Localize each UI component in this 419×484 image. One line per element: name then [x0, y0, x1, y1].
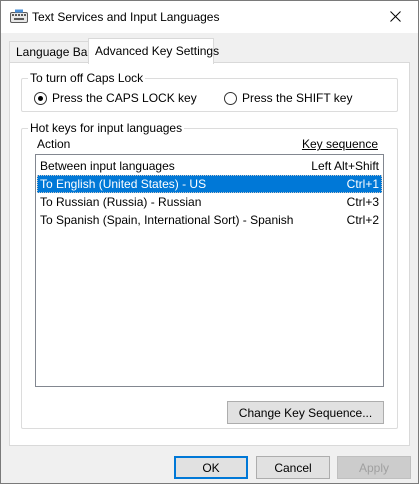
list-item-action: To Russian (Russia) - Russian	[40, 195, 202, 209]
close-icon	[389, 11, 401, 22]
radio-shift-button[interactable]	[224, 91, 237, 105]
list-item[interactable]: Between input languages Left Alt+Shift	[37, 157, 382, 175]
change-key-sequence-button[interactable]: Change Key Sequence...	[227, 401, 384, 424]
column-header-key-sequence-label: Key sequence	[301, 137, 378, 151]
radio-caps-lock-button[interactable]	[34, 91, 47, 105]
column-header-key-sequence: Key sequence	[302, 137, 378, 151]
apply-button[interactable]: Apply	[337, 456, 411, 479]
radio-caps-lock[interactable]: Press the CAPS LOCK key	[34, 91, 197, 105]
tab-advanced-key-settings[interactable]: Advanced Key Settings	[88, 38, 219, 64]
close-button[interactable]	[372, 1, 418, 32]
list-item[interactable]: To English (United States) - US Ctrl+1	[37, 175, 382, 193]
list-item-action: To English (United States) - US	[40, 177, 207, 191]
radio-shift-label: Press the SHIFT key	[242, 91, 353, 105]
ok-button[interactable]: OK	[174, 456, 248, 479]
window-title: Text Services and Input Languages	[32, 10, 220, 24]
list-item[interactable]: To Russian (Russia) - Russian Ctrl+3	[37, 193, 382, 211]
apply-button-label: Apply	[358, 460, 390, 475]
ok-button-label: OK	[202, 460, 220, 475]
radio-shift[interactable]: Press the SHIFT key	[224, 91, 352, 105]
list-item-action: To Spanish (Spain, International Sort) -…	[40, 213, 294, 227]
tab-language-bar[interactable]: Language Bar	[9, 41, 92, 63]
list-item[interactable]: To Spanish (Spain, International Sort) -…	[37, 211, 382, 229]
hotkeys-list[interactable]: Between input languages Left Alt+Shift T…	[35, 154, 384, 387]
tab-advanced-key-settings-label: Advanced Key Settings	[95, 44, 220, 58]
title-bar: Text Services and Input Languages	[1, 1, 418, 33]
column-header-action: Action	[37, 137, 71, 151]
change-key-sequence-label: Change Key Sequence...	[238, 405, 373, 420]
caps-lock-group-title: To turn off Caps Lock	[28, 71, 146, 85]
keyboard-icon	[10, 9, 28, 23]
hotkeys-group-title: Hot keys for input languages	[28, 121, 185, 135]
tab-language-bar-label: Language Bar	[16, 45, 92, 59]
list-item-sequence: Ctrl+3	[346, 195, 379, 209]
dialog-window: Text Services and Input Languages Langua…	[0, 0, 419, 484]
cancel-button-label: Cancel	[274, 460, 312, 475]
list-item-action: Between input languages	[40, 159, 175, 173]
list-item-sequence: Ctrl+1	[346, 177, 379, 191]
cancel-button[interactable]: Cancel	[256, 456, 330, 479]
list-item-sequence: Ctrl+2	[346, 213, 379, 227]
list-item-sequence: Left Alt+Shift	[311, 159, 379, 173]
radio-caps-lock-label: Press the CAPS LOCK key	[52, 91, 197, 105]
